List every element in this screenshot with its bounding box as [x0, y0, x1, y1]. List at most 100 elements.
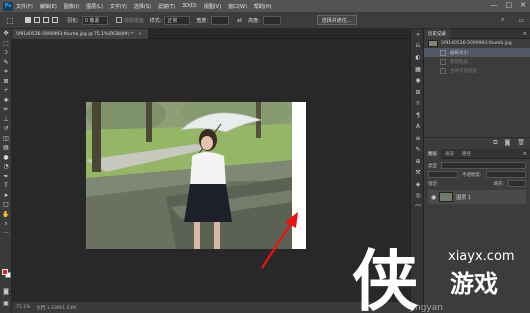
eyedropper-tool-icon[interactable]: ⌿: [0, 86, 12, 96]
fill-input[interactable]: [508, 180, 526, 187]
more-tools-icon[interactable]: ···: [0, 229, 12, 239]
panel-menu-icon[interactable]: ≡: [523, 31, 527, 37]
new-selection-icon[interactable]: [25, 17, 31, 23]
select-and-mask-button[interactable]: 选择并遮住...: [316, 15, 357, 25]
marquee-tool-icon[interactable]: ⬚: [0, 39, 12, 49]
tab-layers[interactable]: 图层: [424, 148, 441, 159]
paragraph-panel-icon[interactable]: ¶: [411, 110, 425, 122]
swatches-panel-icon[interactable]: ▦: [411, 64, 425, 76]
layers-panel-icon[interactable]: ◈: [411, 179, 425, 191]
antialias-label: 消除锯齿: [123, 17, 144, 24]
opacity-input[interactable]: [485, 171, 526, 178]
feather-label: 羽化:: [67, 17, 79, 24]
trash-icon[interactable]: 🗑: [517, 139, 525, 146]
color-panel-icon[interactable]: ◐: [411, 52, 425, 64]
brush-panel-icon[interactable]: ✎: [411, 144, 425, 156]
zoom-readout[interactable]: 75.1%: [16, 305, 30, 310]
maximize-button[interactable]: □: [506, 1, 513, 9]
libraries-panel-icon[interactable]: ⊞: [411, 87, 425, 99]
menu-file[interactable]: 文件(F): [16, 3, 33, 10]
history-item[interactable]: 新建图层: [424, 57, 530, 66]
history-step-icon: [440, 67, 446, 74]
menu-filter[interactable]: 滤镜(T): [158, 3, 175, 10]
width-input[interactable]: [211, 15, 230, 25]
layer-kind-select[interactable]: [441, 162, 526, 169]
camera-snapshot-icon[interactable]: ◙: [505, 139, 511, 146]
history-item-label: 5f9140536-5090993.thumb.jpg: [441, 41, 512, 46]
blend-mode-select[interactable]: [428, 171, 458, 178]
zoom-tool-icon[interactable]: ⌕: [0, 219, 12, 229]
type-tool-icon[interactable]: T: [0, 181, 12, 191]
channels-panel-icon[interactable]: ◎: [411, 190, 425, 202]
screen-mode-icon[interactable]: ▣: [0, 299, 12, 309]
height-input[interactable]: [262, 15, 281, 25]
search-icon[interactable]: ⌕: [501, 16, 504, 24]
menu-select[interactable]: 选择(S): [134, 3, 151, 10]
paths-panel-icon[interactable]: ⌒: [411, 202, 425, 214]
tab-paths[interactable]: 路径: [458, 149, 475, 159]
menu-window[interactable]: 窗口(W): [228, 3, 247, 10]
intersect-selection-icon[interactable]: [52, 17, 58, 23]
visibility-eye-icon[interactable]: ◉: [431, 194, 436, 201]
layer-name: 图层 1: [456, 194, 472, 201]
marquee-tool-preset-icon[interactable]: ⬚: [3, 14, 17, 26]
menu-image[interactable]: 图像(I): [64, 3, 79, 10]
adjustments-panel-icon[interactable]: ☼: [411, 98, 425, 110]
style-select[interactable]: 正常: [164, 15, 191, 25]
history-item[interactable]: 合并可见图层: [424, 66, 530, 75]
menu-view[interactable]: 视图(V): [204, 3, 221, 10]
brush-tool-icon[interactable]: ✏: [0, 105, 12, 115]
move-tool-icon[interactable]: ✥: [0, 29, 12, 39]
history-item[interactable]: 画布大小: [424, 48, 530, 57]
site-watermark: 侠 xiayx.com 游戏 jingyan: [352, 242, 515, 313]
quick-mask-icon[interactable]: ◙: [0, 287, 12, 297]
new-document-from-state-icon[interactable]: ⧉: [493, 139, 497, 147]
history-snapshot[interactable]: 5f9140536-5090993.thumb.jpg: [424, 39, 530, 48]
properties-panel-icon[interactable]: ≡: [411, 133, 425, 145]
tab-history[interactable]: 历史记录: [424, 28, 450, 39]
history-panel-icon[interactable]: ⎌: [411, 41, 425, 53]
rectangle-tool-icon[interactable]: □: [0, 200, 12, 210]
lock-label: 锁定:: [428, 181, 439, 187]
gradient-tool-icon[interactable]: ▤: [0, 143, 12, 153]
healing-brush-tool-icon[interactable]: ✚: [0, 96, 12, 106]
document-tab[interactable]: 5f9140536-5090993.thumb.jpg @ 75.1%(RGB/…: [12, 29, 149, 39]
swap-icon[interactable]: ⇄: [237, 17, 242, 24]
document-canvas[interactable]: [86, 102, 306, 249]
history-brush-tool-icon[interactable]: ↺: [0, 124, 12, 134]
color-swatches[interactable]: [2, 269, 11, 278]
hand-tool-icon[interactable]: ✋: [0, 210, 12, 220]
foreground-color-swatch[interactable]: [2, 269, 8, 275]
workspace-icon[interactable]: ▭: [518, 17, 524, 24]
frame-tool-icon[interactable]: ⊠: [0, 77, 12, 87]
feather-input[interactable]: 0 像素: [81, 15, 108, 25]
menu-type[interactable]: 文字(Y): [110, 3, 127, 10]
quick-select-tool-icon[interactable]: ✎: [0, 58, 12, 68]
learn-panel-icon[interactable]: ◉: [411, 75, 425, 87]
pen-tool-icon[interactable]: ✒: [0, 172, 12, 182]
antialias-checkbox[interactable]: [115, 17, 122, 23]
close-window-button[interactable]: ✕: [520, 1, 526, 9]
path-select-tool-icon[interactable]: ➤: [0, 191, 12, 201]
subtract-selection-icon[interactable]: [43, 17, 49, 23]
eraser-tool-icon[interactable]: ◫: [0, 134, 12, 144]
lasso-tool-icon[interactable]: ↄ: [0, 48, 12, 58]
blur-tool-icon[interactable]: ●: [0, 153, 12, 163]
clone-source-panel-icon[interactable]: ⊕: [411, 156, 425, 168]
menu-edit[interactable]: 编辑(E): [40, 3, 57, 10]
add-selection-icon[interactable]: [34, 17, 40, 23]
tool-presets-panel-icon[interactable]: ⚒: [411, 167, 425, 179]
close-document-icon[interactable]: ×: [138, 32, 142, 37]
crop-tool-icon[interactable]: ⌗: [0, 67, 12, 77]
menu-help[interactable]: 帮助(H): [254, 3, 272, 10]
minimize-button[interactable]: —: [491, 1, 498, 9]
collapse-panels-icon[interactable]: «: [411, 29, 425, 41]
character-panel-icon[interactable]: A: [411, 121, 425, 133]
clone-stamp-tool-icon[interactable]: ⊥: [0, 115, 12, 125]
menu-layer[interactable]: 图层(L): [86, 3, 103, 10]
menu-3d[interactable]: 3D(D): [182, 3, 197, 9]
dodge-tool-icon[interactable]: ◔: [0, 162, 12, 172]
layer-row[interactable]: ◉ 图层 1: [428, 190, 526, 204]
panel-menu-icon[interactable]: ≡: [523, 151, 527, 157]
tab-channels[interactable]: 通道: [441, 149, 458, 159]
